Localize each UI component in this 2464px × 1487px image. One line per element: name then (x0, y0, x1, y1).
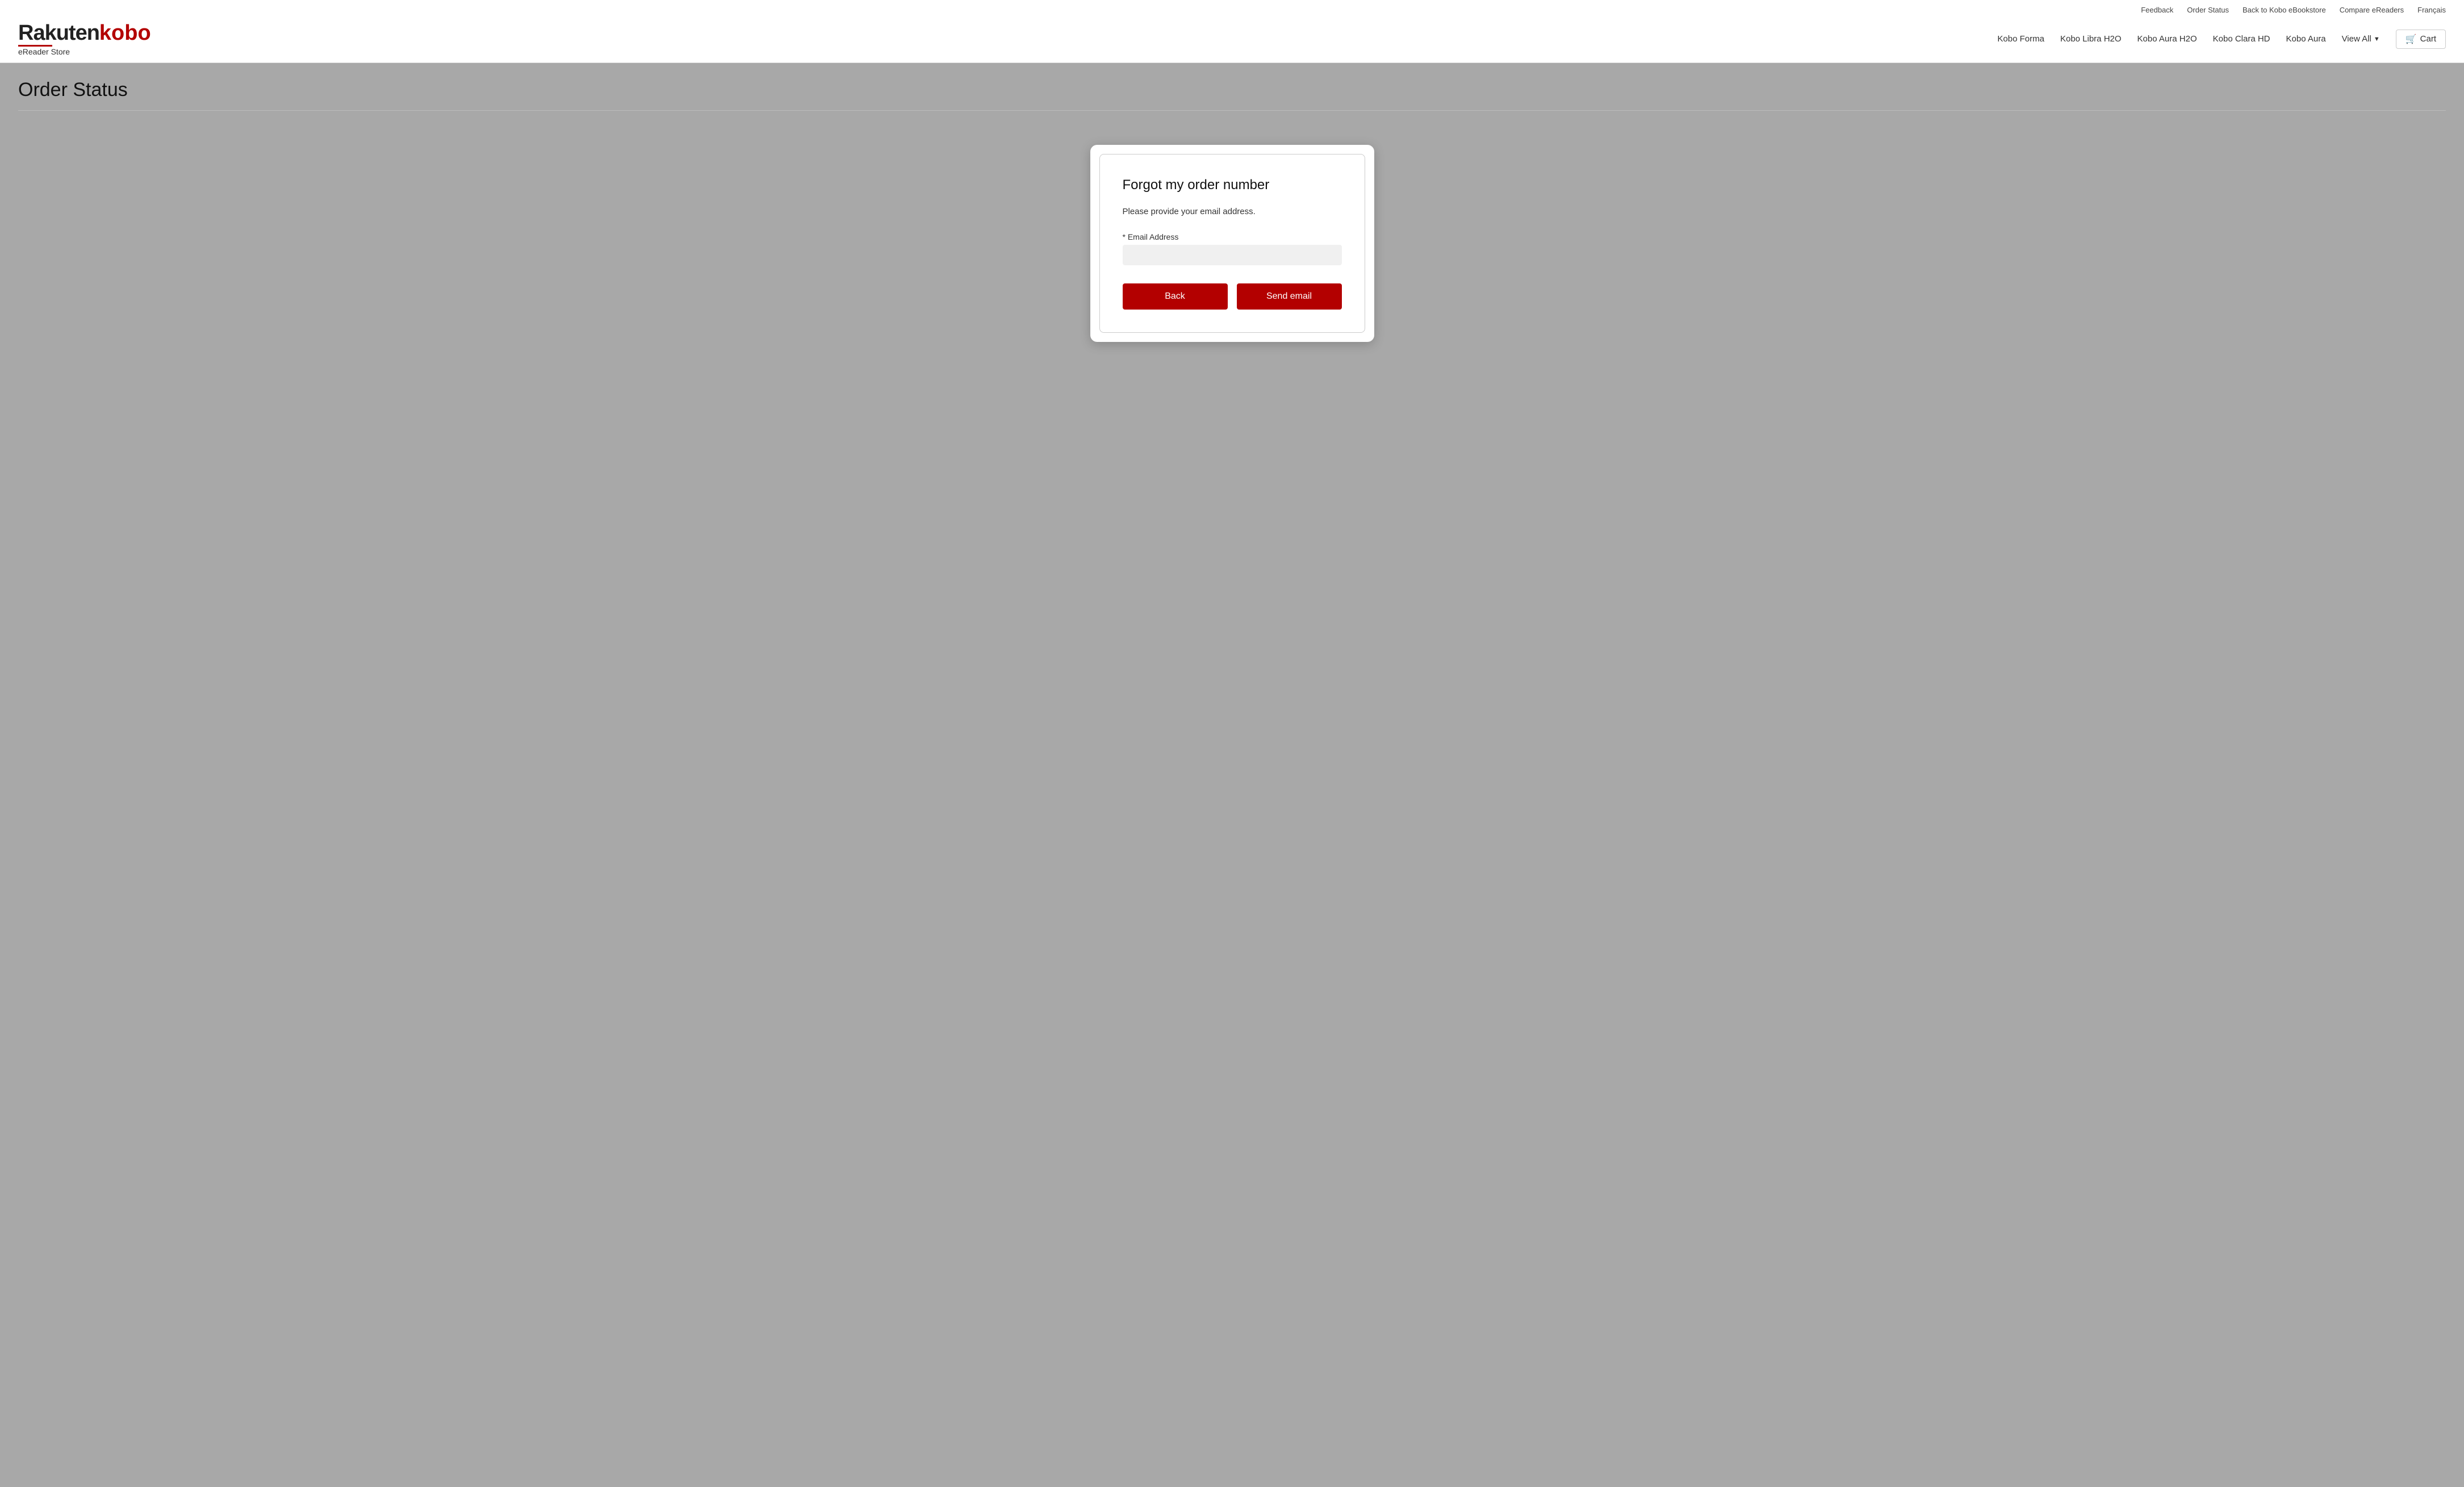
nav-view-all[interactable]: View All ▼ (2342, 34, 2380, 44)
logo-rakuten-text: Rakuten (18, 22, 99, 44)
back-to-bookstore-link[interactable]: Back to Kobo eBookstore (2243, 6, 2326, 14)
modal-title: Forgot my order number (1123, 177, 1342, 193)
back-button[interactable]: Back (1123, 283, 1228, 310)
modal-outer: Forgot my order number Please provide yo… (1090, 145, 1374, 342)
modal-inner: Forgot my order number Please provide yo… (1099, 154, 1365, 333)
language-link[interactable]: Français (2417, 6, 2446, 14)
modal-actions: Back Send email (1123, 283, 1342, 310)
email-form-group: * Email Address (1123, 232, 1342, 265)
logo[interactable]: Rakuten kobo eReader Store (18, 22, 151, 56)
feedback-link[interactable]: Feedback (2141, 6, 2173, 14)
logo-kobo-text: kobo (99, 22, 151, 44)
page-content: Order Status Forgot my order number Plea… (0, 63, 2464, 1476)
email-input[interactable] (1123, 245, 1342, 265)
top-navigation: Feedback Order Status Back to Kobo eBook… (18, 0, 2446, 18)
logo-nav-row: Rakuten kobo eReader Store Kobo Forma Ko… (18, 18, 2446, 62)
compare-ereaders-link[interactable]: Compare eReaders (2340, 6, 2404, 14)
header: Feedback Order Status Back to Kobo eBook… (0, 0, 2464, 62)
nav-kobo-libra[interactable]: Kobo Libra H2O (2060, 34, 2122, 44)
nav-kobo-clara[interactable]: Kobo Clara HD (2213, 34, 2270, 44)
modal-container: Forgot my order number Please provide yo… (18, 133, 2446, 342)
main-navigation: Kobo Forma Kobo Libra H2O Kobo Aura H2O … (1997, 34, 2379, 44)
cart-button[interactable]: 🛒 Cart (2396, 30, 2446, 49)
cart-icon: 🛒 (2406, 34, 2417, 45)
nav-kobo-aura[interactable]: Kobo Aura (2286, 34, 2326, 44)
modal-description: Please provide your email address. (1123, 207, 1342, 216)
page-title-divider (18, 110, 2446, 111)
send-email-button[interactable]: Send email (1237, 283, 1342, 310)
email-label: * Email Address (1123, 232, 1342, 241)
page-title: Order Status (18, 79, 2446, 101)
nav-kobo-aura-h2o[interactable]: Kobo Aura H2O (2137, 34, 2197, 44)
order-status-link[interactable]: Order Status (2187, 6, 2229, 14)
nav-kobo-forma[interactable]: Kobo Forma (1997, 34, 2044, 44)
logo-underline (18, 45, 52, 47)
chevron-down-icon: ▼ (2374, 36, 2380, 43)
logo-subtitle: eReader Store (18, 48, 151, 56)
